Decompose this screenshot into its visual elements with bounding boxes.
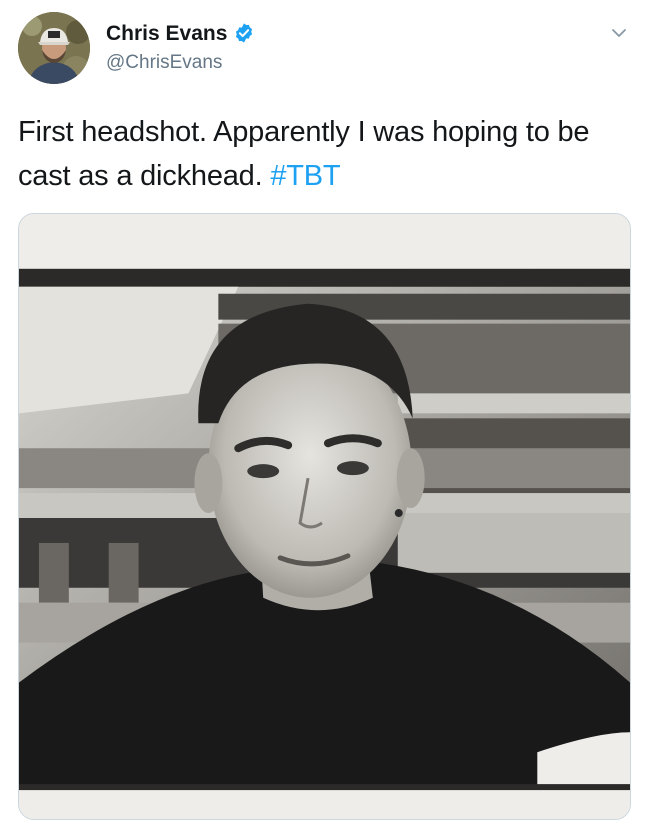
verified-badge-icon	[236, 23, 253, 43]
headshot-photo	[19, 214, 630, 819]
tweet-card: Chris Evans @ChrisEvans First headshot. …	[0, 0, 650, 839]
author-handle[interactable]: @ChrisEvans	[106, 53, 222, 72]
avatar[interactable]	[18, 12, 90, 84]
author-row: Chris Evans	[106, 22, 255, 44]
chevron-down-icon[interactable]	[610, 24, 628, 42]
display-name[interactable]: Chris Evans	[106, 23, 227, 44]
tweet-photo[interactable]	[18, 213, 631, 820]
tweet-text: First headshot. Apparently I was hoping …	[18, 110, 628, 198]
hashtag-link[interactable]: #TBT	[270, 160, 340, 192]
